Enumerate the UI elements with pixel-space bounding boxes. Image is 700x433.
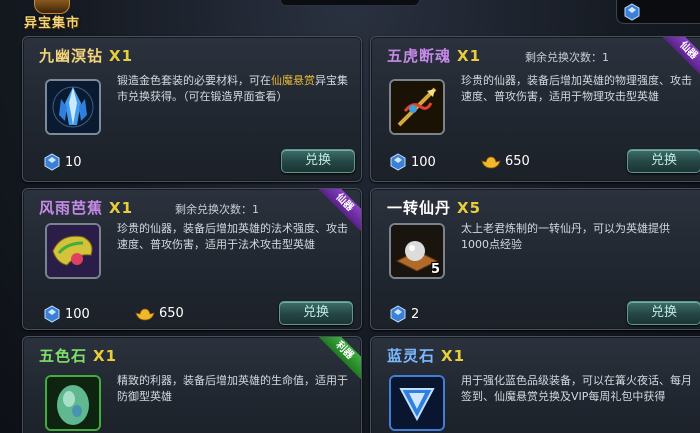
gold-cost-value: 650	[159, 305, 184, 321]
gem-icon	[44, 153, 60, 171]
gold-ingot-icon	[481, 156, 501, 169]
gem-cost: 100	[43, 305, 90, 323]
dragon-spear-icon[interactable]	[389, 79, 445, 135]
gem-cost: 10	[43, 153, 82, 171]
item-name: 九幽溟钻 X1	[39, 45, 133, 66]
remaining-count: 剩余兑换次数：1	[525, 51, 609, 64]
item-name-text: 风雨芭蕉	[39, 199, 104, 217]
item-description: 太上老君炼制的一转仙丹，可以为英雄提供1000点经验	[461, 222, 670, 251]
item-name-text: 五虎断魂	[387, 47, 452, 65]
exchange-button[interactable]: 兑换	[627, 301, 700, 325]
item-qty: X1	[93, 347, 118, 365]
gem-cost-value: 100	[65, 306, 90, 322]
item-description: 珍贵的仙器，装备后增加英雄的法术强度、攻击速度、普攻伤害，适用于法术攻击型英雄	[117, 222, 348, 251]
blue-crystal-icon[interactable]	[45, 79, 101, 135]
desc-text: 锻造金色套装的必要材料，可在	[117, 74, 271, 87]
item-card-1: 九幽溟钻 X1 锻造金色套装的必要材料，可在仙魔悬赏异宝集市兑换获得。（可在锻造界…	[22, 36, 362, 182]
item-name-text: 五色石	[39, 347, 88, 365]
top-center-tab	[280, 0, 420, 6]
item-description: 用于强化蓝色品级装备，可以在篝火夜话、每月签到、仙魔悬赏兑换及VIP每周礼包中获…	[461, 374, 692, 403]
gem-cost: 2	[389, 305, 419, 323]
gem-cost: 100	[389, 153, 436, 171]
exchange-button[interactable]: 兑换	[281, 149, 355, 173]
item-qty: X1	[441, 347, 466, 365]
gold-cost-value: 650	[505, 153, 530, 169]
five-color-stone-icon[interactable]	[45, 375, 101, 431]
item-qty: X5	[457, 199, 482, 217]
item-card-2: 五虎断魂 X1 剩余兑换次数：1 仙器 珍贵的仙器，装备后增加英雄的物理强度、攻击…	[370, 36, 700, 182]
gold-cost: 650	[481, 153, 530, 169]
currency-display	[616, 0, 700, 24]
stack-count: 5	[430, 262, 440, 277]
item-description: 精致的利器，装备后增加英雄的生命值，适用于防御型英雄	[117, 374, 348, 403]
item-name: 风雨芭蕉 X1	[39, 197, 133, 218]
item-name-text: 一转仙丹	[387, 199, 452, 217]
gem-icon	[390, 305, 406, 323]
blue-spirit-stone-icon[interactable]	[389, 375, 445, 431]
item-name: 蓝灵石 X1	[387, 345, 465, 366]
gem-icon	[624, 3, 640, 21]
item-name-text: 九幽溟钻	[39, 47, 104, 65]
gem-icon	[390, 153, 406, 171]
remaining-count: 剩余兑换次数：1	[175, 203, 259, 216]
item-card-6: 蓝灵石 X1 用于强化蓝色品级装备，可以在篝火夜话、每月签到、仙魔悬赏兑换及VIP…	[370, 336, 700, 433]
banana-fan-icon[interactable]	[45, 223, 101, 279]
item-description: 锻造金色套装的必要材料，可在仙魔悬赏异宝集市兑换获得。（可在锻造界面查看）	[117, 73, 349, 105]
item-description: 珍贵的仙器，装备后增加英雄的物理强度、攻击速度、普攻伤害，适用于物理攻击型英雄	[461, 74, 692, 103]
exchange-button[interactable]: 兑换	[279, 301, 353, 325]
gem-cost-value: 2	[411, 306, 420, 322]
item-qty: X1	[109, 47, 134, 65]
gold-cost: 650	[135, 305, 184, 321]
market-emblem: 异宝集市	[20, 0, 90, 32]
gold-ingot-icon	[135, 308, 155, 321]
item-name: 五虎断魂 X1	[387, 45, 481, 66]
item-qty: X1	[109, 199, 134, 217]
item-name: 五色石 X1	[39, 345, 117, 366]
pill-icon[interactable]: 5	[389, 223, 445, 279]
gem-cost-value: 100	[411, 154, 436, 170]
exchange-button[interactable]: 兑换	[627, 149, 700, 173]
item-name: 一转仙丹 X5	[387, 197, 481, 218]
item-card-5: 五色石 X1 利器 精致的利器，装备后增加英雄的生命值，适用于防御型英雄	[22, 336, 362, 433]
item-name-text: 蓝灵石	[387, 347, 436, 365]
item-card-3: 风雨芭蕉 X1 剩余兑换次数：1 仙器 珍贵的仙器，装备后增加英雄的法术强度、攻击…	[22, 188, 362, 330]
gem-cost-value: 10	[65, 154, 82, 170]
item-card-4: 一转仙丹 X5 5 太上老君炼制的一转仙丹，可以为英雄提供1000点经验 2 兑换	[370, 188, 700, 330]
gem-icon	[44, 305, 60, 323]
item-qty: X1	[457, 47, 482, 65]
page-title: 异宝集市	[24, 16, 81, 31]
desc-highlight: 仙魔悬赏	[271, 74, 315, 87]
